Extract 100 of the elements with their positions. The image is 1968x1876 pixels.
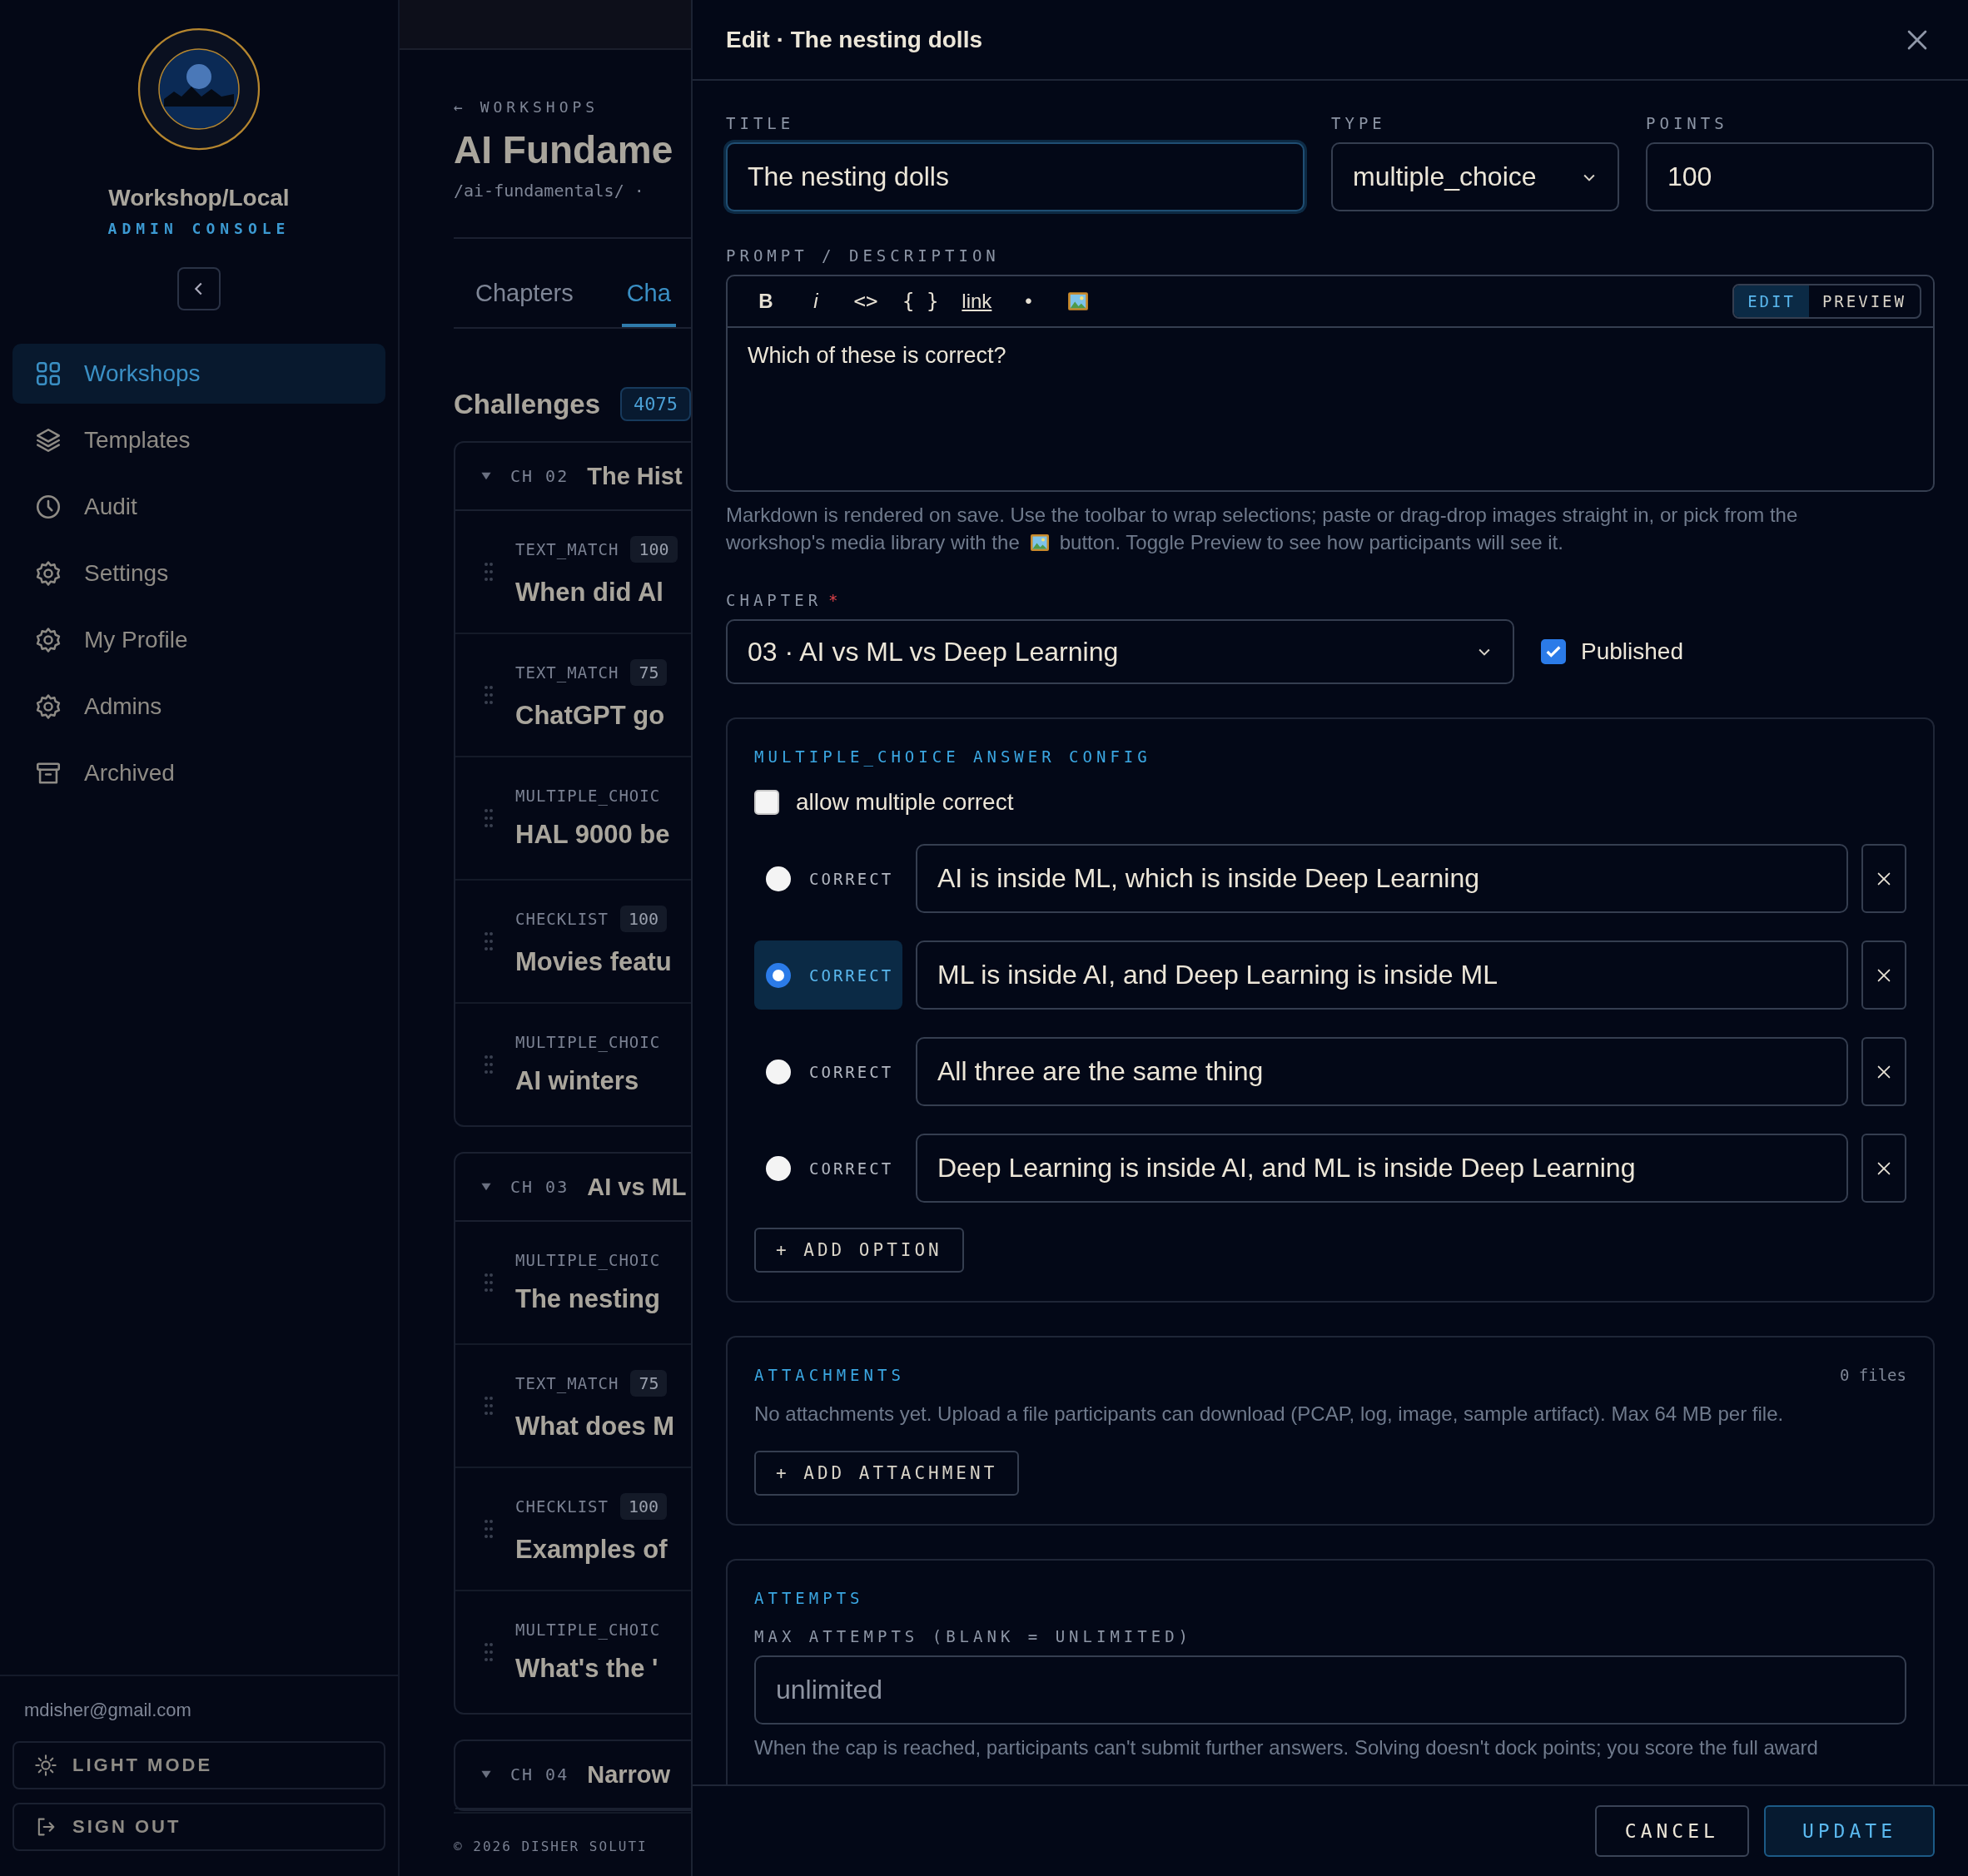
count-badge: 4075 (620, 387, 691, 421)
remove-button[interactable] (1861, 940, 1906, 1010)
list-button[interactable]: • (1010, 283, 1047, 320)
field-label: PROMPT / DESCRIPTION (726, 246, 1001, 265)
link-button[interactable]: link (957, 283, 997, 320)
drag-handle-icon[interactable] (484, 1518, 494, 1540)
drag-handle-icon[interactable] (484, 1641, 494, 1663)
brand-subtitle: ADMIN CONSOLE (107, 220, 291, 237)
challenge-type: TEXT_MATCH (515, 663, 619, 682)
option-field[interactable]: All three are the same thing (916, 1037, 1848, 1107)
challenge-title[interactable]: The nesting (515, 1284, 661, 1314)
remove-button[interactable] (1861, 1037, 1906, 1107)
gear-icon (34, 626, 62, 654)
attachments-note: No attachments yet. Upload a file participants can download (PCAP, log, image, sample artifact). Max 64 MB per file. (754, 1402, 1785, 1427)
input-field[interactable]: 100 (1646, 142, 1934, 211)
drag-handle-icon[interactable] (484, 1054, 494, 1075)
correct-radio[interactable]: CORRECT (754, 1134, 902, 1204)
mode-toggle[interactable]: PREVIEW (1808, 285, 1920, 317)
help-text: Markdown is rendered on save. Use the toolbar to wrap selections; paste or drag-drop images straight in, or pick from the (726, 503, 1799, 528)
section-heading: ATTEMPTS (754, 1589, 865, 1608)
clock-icon (34, 493, 62, 521)
gear-icon (34, 559, 62, 588)
checkbox-label: allow multiple correct (796, 789, 1014, 816)
challenge-type: CHECKLIST (515, 910, 609, 928)
option-field[interactable]: Deep Learning is inside AI, and ML is inside Deep Learning (916, 1134, 1848, 1204)
challenge-type: CHECKLIST (515, 1497, 609, 1516)
update-button[interactable]: UPDATE (1763, 1805, 1935, 1857)
points-badge: 75 (630, 1370, 668, 1397)
challenge-title[interactable]: HAL 9000 be (515, 820, 670, 850)
section-heading: MULTIPLE_CHOICE ANSWER CONFIG (754, 747, 1152, 767)
nav-item[interactable]: Templates (12, 410, 385, 470)
picture-icon (1067, 290, 1090, 312)
required-mark: * (828, 591, 842, 610)
nav-item[interactable]: My Profile (12, 610, 385, 670)
field-label: CHAPTER (726, 591, 822, 610)
code-button[interactable]: <> (847, 283, 884, 320)
challenge-title[interactable]: What does M (515, 1412, 675, 1442)
field-label: TYPE (1331, 114, 1387, 132)
challenge-title[interactable]: AI winters (515, 1066, 661, 1096)
points-badge: 100 (619, 906, 668, 932)
drag-handle-icon[interactable] (484, 561, 494, 583)
challenge-type: MULTIPLE_CHOIC (515, 1251, 661, 1269)
prompt-text[interactable]: Which of these is correct? (728, 328, 1933, 490)
option-field[interactable]: ML is inside AI, and Deep Learning is inside ML (916, 940, 1848, 1010)
user-email: mdisher@gmail.com (23, 1700, 192, 1721)
challenge-type: MULTIPLE_CHOIC (515, 1620, 661, 1639)
section-title: Challenges (454, 388, 601, 420)
nav-item[interactable]: Settings (12, 543, 385, 603)
correct-radio[interactable]: CORRECT (754, 1037, 902, 1107)
challenge-title[interactable]: When did Al (515, 578, 678, 608)
help-text: workshop's media library with the (726, 529, 1020, 555)
drag-handle-icon[interactable] (484, 684, 494, 706)
mode-toggle[interactable]: EDIT (1734, 285, 1809, 317)
drawer-title: Edit · The nesting dolls (726, 26, 982, 53)
field-label: TITLE (726, 114, 796, 132)
sidebar-button[interactable]: LIGHT MODE (12, 1741, 385, 1789)
help-text: button. Toggle Preview to see how participants will see it. (1059, 529, 1563, 555)
drag-handle-icon[interactable] (484, 1395, 494, 1417)
field-label: POINTS (1646, 114, 1729, 132)
challenge-title[interactable]: Examples of (515, 1535, 668, 1565)
nav-item[interactable]: Archived (12, 743, 385, 803)
add-option-button[interactable]: + ADD OPTION (754, 1228, 964, 1273)
file-count: 0 files (1839, 1366, 1906, 1385)
input-field[interactable]: unlimited (754, 1655, 1906, 1725)
challenge-type: MULTIPLE_CHOIC (515, 1033, 661, 1051)
challenge-title[interactable]: ChatGPT go (515, 701, 668, 731)
add-attachment-button[interactable]: + ADD ATTACHMENT (754, 1451, 1020, 1496)
italic-button[interactable]: i (798, 283, 834, 320)
checkbox[interactable] (754, 790, 779, 816)
option-field[interactable]: AI is inside ML, which is inside Deep Learning (916, 844, 1848, 914)
collapse-button[interactable] (177, 267, 221, 310)
breadcrumb-link[interactable]: ← WORKSHOPS (454, 98, 691, 116)
tab[interactable]: Cha (621, 279, 676, 327)
input-field[interactable]: The nesting dolls (726, 142, 1305, 211)
type-select[interactable]: multiple_choice (1331, 142, 1619, 211)
checkbox-label: Published (1581, 638, 1683, 666)
remove-button[interactable] (1861, 1134, 1906, 1204)
field-label: MAX ATTEMPTS (BLANK = UNLIMITED) (754, 1627, 1194, 1646)
challenge-type: TEXT_MATCH (515, 540, 619, 558)
challenge-title[interactable]: Movies featu (515, 947, 672, 977)
picture-icon (1029, 532, 1050, 553)
correct-radio[interactable]: CORRECT (754, 844, 902, 914)
remove-button[interactable] (1861, 844, 1906, 914)
points-badge: 75 (630, 659, 668, 686)
block-button[interactable]: { } (897, 283, 944, 320)
chapter-select[interactable]: 03 · AI vs ML vs Deep Learning (726, 619, 1514, 685)
help-text: When the cap is reached, participants can't submit further answers. Solving doesn't dock points; you score the full award (754, 1735, 1819, 1761)
drag-handle-icon[interactable] (484, 1272, 494, 1293)
cancel-button[interactable]: CANCEL (1594, 1805, 1749, 1857)
tab[interactable]: Chapters (470, 279, 579, 327)
challenge-title[interactable]: What's the ' (515, 1654, 661, 1684)
nav-item[interactable]: Audit (12, 477, 385, 537)
sidebar-button[interactable]: SIGN OUT (12, 1803, 385, 1851)
nav-item[interactable]: Workshops (12, 344, 385, 404)
drag-handle-icon[interactable] (484, 931, 494, 952)
nav-item[interactable]: Admins (12, 677, 385, 737)
bold-button[interactable]: B (748, 283, 784, 320)
drag-handle-icon[interactable] (484, 807, 494, 829)
correct-radio[interactable]: CORRECT (754, 940, 902, 1010)
checkbox[interactable] (1541, 639, 1566, 665)
